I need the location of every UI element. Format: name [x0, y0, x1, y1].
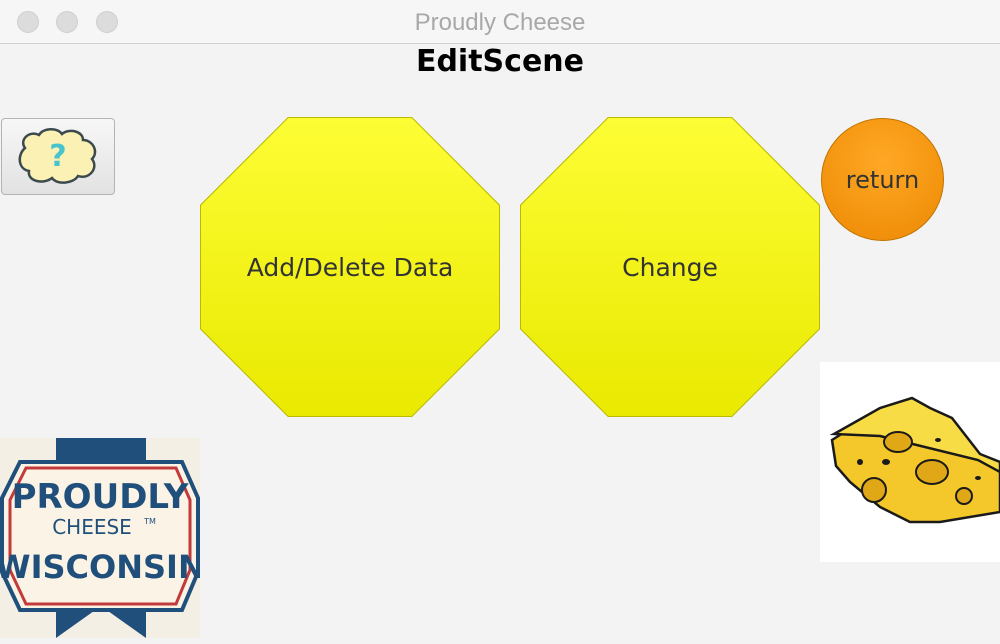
change-button[interactable]: Change	[520, 117, 820, 417]
add-delete-data-button[interactable]: Add/Delete Data	[200, 117, 500, 417]
return-label: return	[845, 165, 920, 194]
cheese-wedge-image	[820, 362, 1000, 562]
logo-line-wisconsin: WISCONSIN	[0, 548, 200, 586]
cheese-question-icon: ?	[18, 127, 97, 184]
scene-title: EditScene	[415, 44, 585, 79]
window-title: Proudly Cheese	[414, 9, 586, 36]
return-button[interactable]: return	[821, 118, 944, 241]
logo-line-proudly: PROUDLY	[12, 477, 189, 517]
change-label: Change	[521, 118, 819, 416]
logo-line-cheese: CHEESE	[52, 515, 132, 539]
add-delete-data-label: Add/Delete Data	[201, 118, 499, 416]
proudly-wisconsin-cheese-logo: PROUDLY CHEESE TM WISCONSIN	[0, 438, 205, 638]
help-question-mark: ?	[49, 139, 66, 174]
logo-trademark: TM	[143, 517, 156, 526]
window-titlebar: Proudly Cheese	[0, 0, 1000, 44]
help-button[interactable]: ?	[1, 118, 115, 195]
